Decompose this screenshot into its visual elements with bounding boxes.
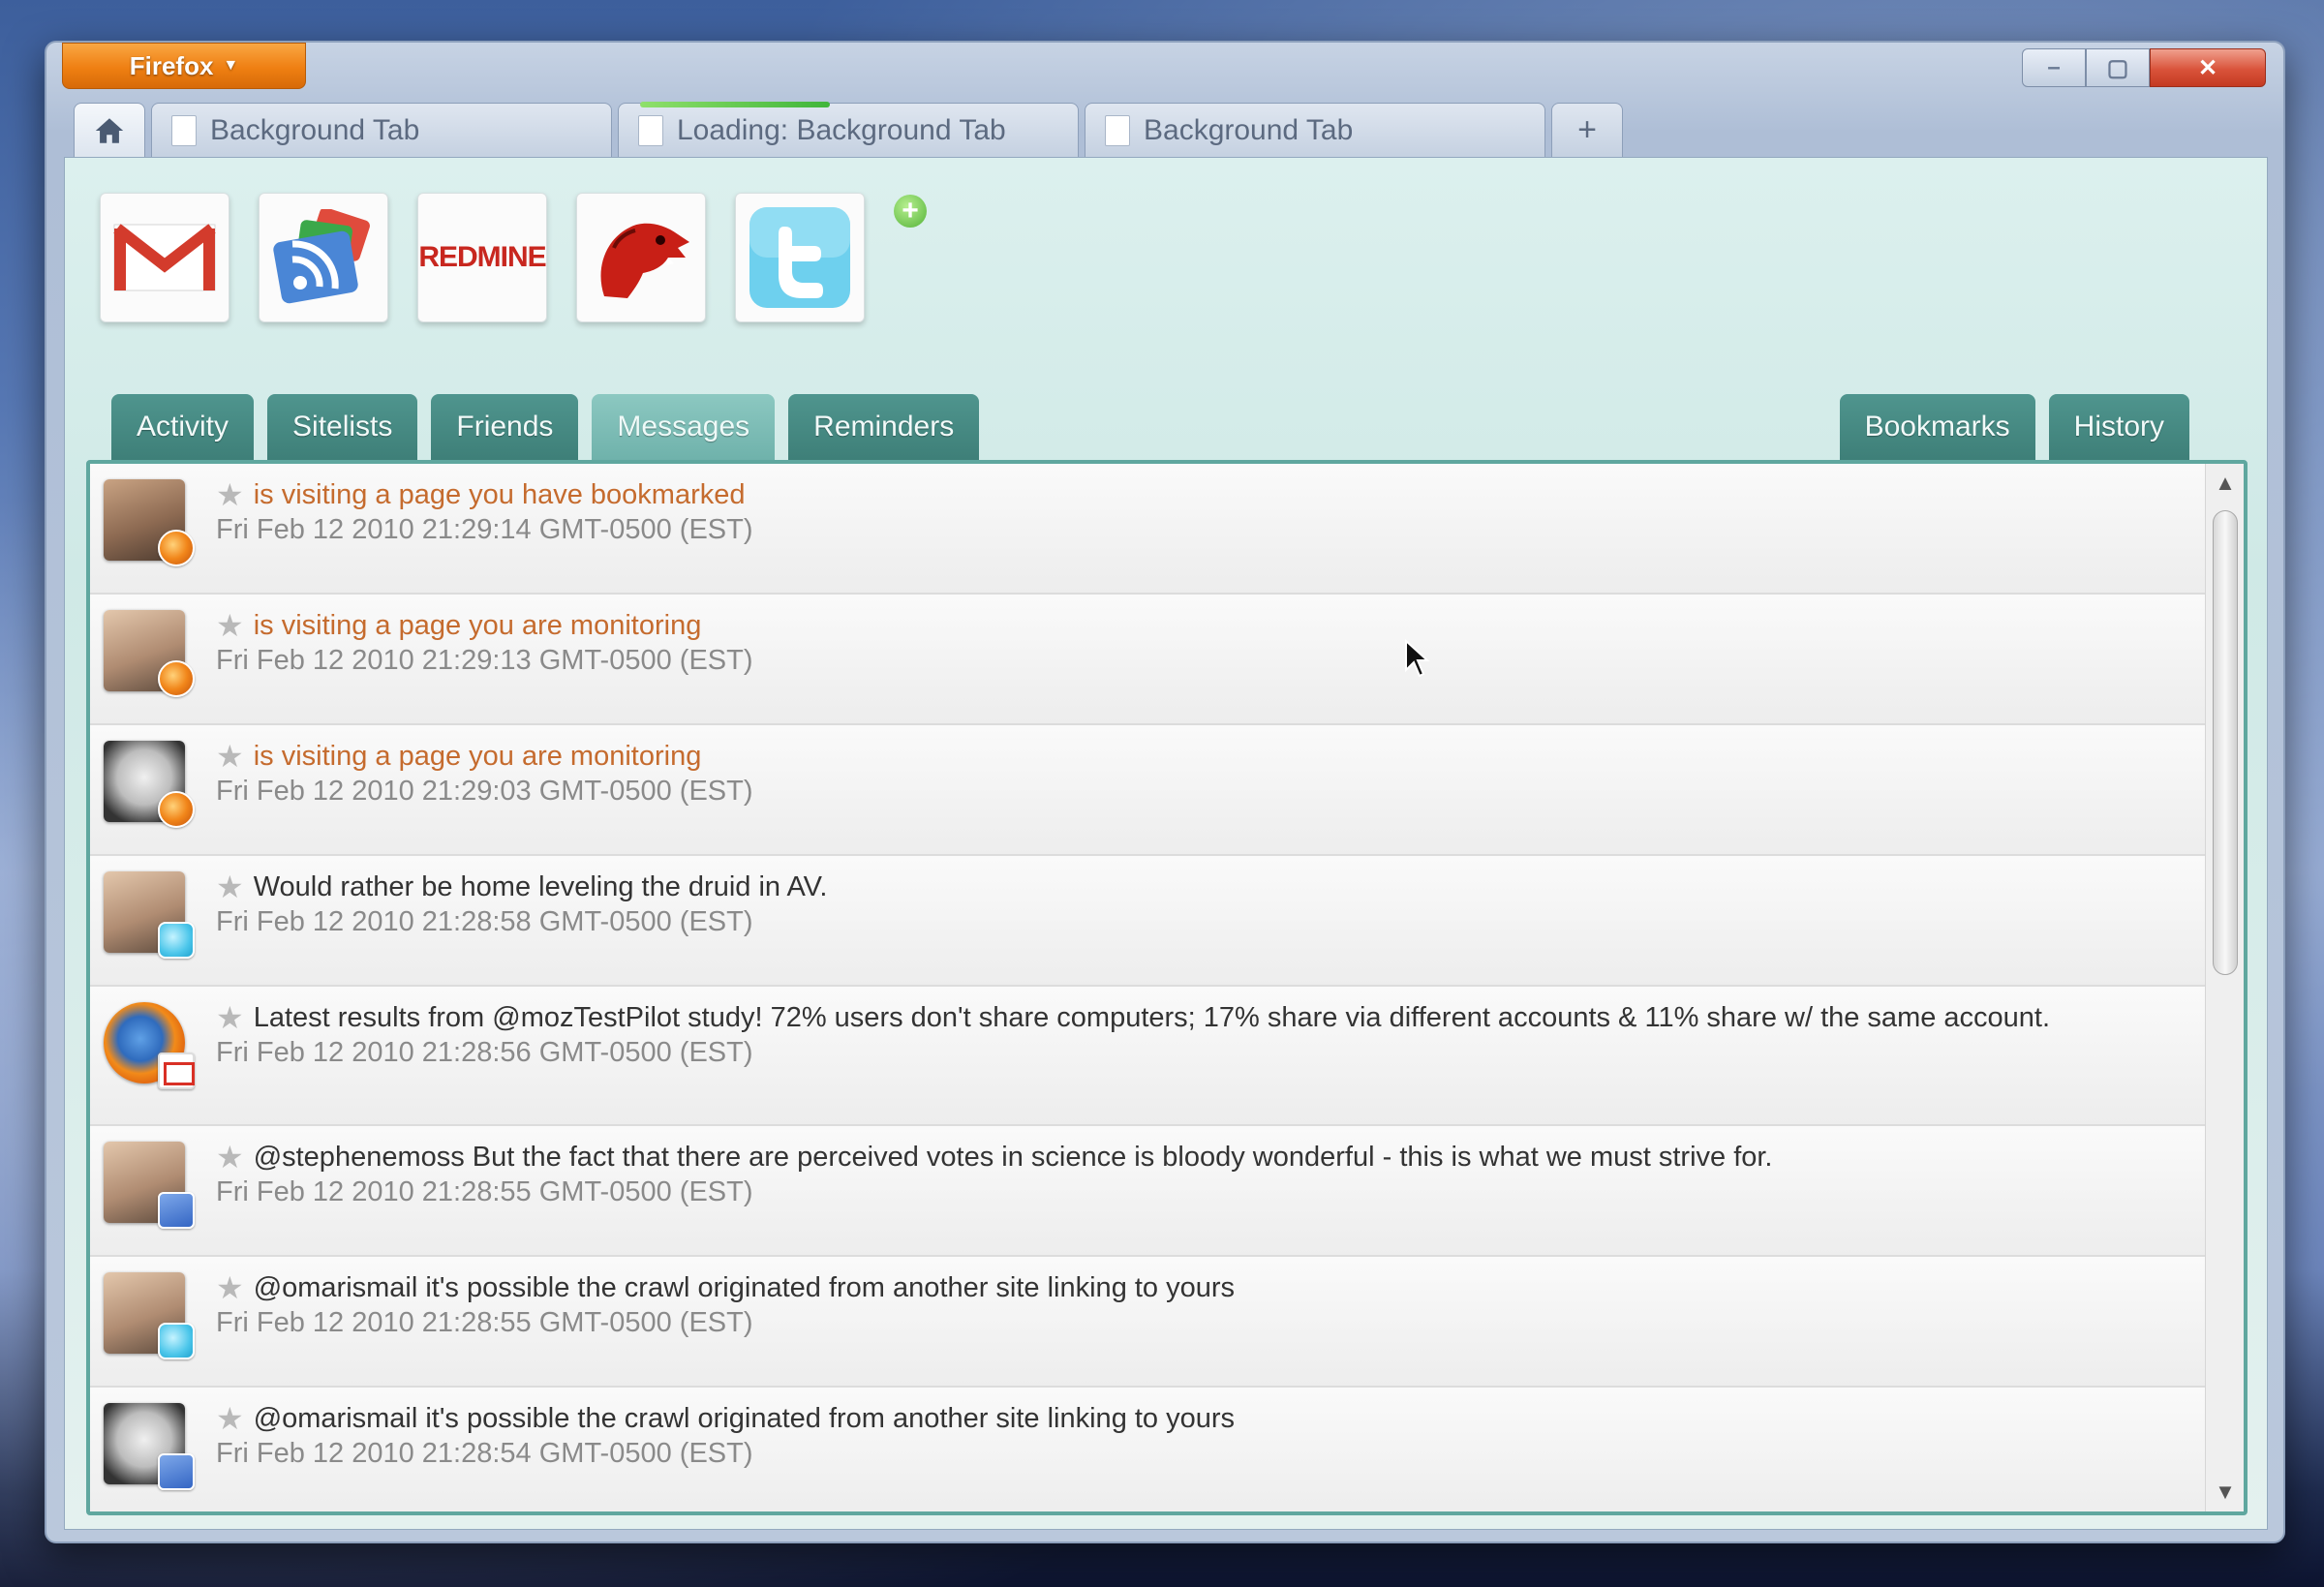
feed-item[interactable]: ★ is visiting a page you have bookmarked … <box>90 464 2205 595</box>
window-controls: – ▢ ✕ <box>2022 48 2266 87</box>
twitter-icon <box>158 922 195 959</box>
tab-reminders[interactable]: Reminders <box>788 394 980 460</box>
feed-item[interactable]: ★ @omarismail it's possible the crawl ori… <box>90 1388 2205 1511</box>
tab-friends[interactable]: Friends <box>431 394 579 460</box>
feed-item[interactable]: ★ @stephenemoss But the fact that there a… <box>90 1126 2205 1257</box>
message-text: @stephenemoss But the fact that there ar… <box>253 1142 1773 1173</box>
star-icon[interactable]: ★ <box>216 477 244 512</box>
firefox-menu-label: Firefox <box>129 50 214 80</box>
home-icon <box>95 117 124 143</box>
tab-background-1[interactable]: Background Tab <box>151 103 612 157</box>
feed-item[interactable]: ★ @omarismail it's possible the crawl ori… <box>90 1257 2205 1388</box>
message-text: Latest results from @mozTestPilot study!… <box>253 1002 2051 1033</box>
message-timestamp: Fri Feb 12 2010 21:29:03 GMT-0500 (EST) <box>216 776 753 807</box>
scroll-up-arrow-icon[interactable]: ▲ <box>2214 472 2237 495</box>
star-icon[interactable]: ★ <box>216 1401 244 1436</box>
message-timestamp: Fri Feb 12 2010 21:29:14 GMT-0500 (EST) <box>216 514 753 545</box>
star-icon[interactable]: ★ <box>216 1270 244 1305</box>
feed-item[interactable]: ★ is visiting a page you are monitoring F… <box>90 595 2205 725</box>
minimize-button[interactable]: – <box>2022 48 2086 87</box>
app-redmine[interactable]: REDMINE <box>417 193 547 322</box>
star-icon[interactable]: ★ <box>216 870 244 904</box>
message-timestamp: Fri Feb 12 2010 21:29:13 GMT-0500 (EST) <box>216 645 753 676</box>
feed-item[interactable]: ★ is visiting a page you are monitoring F… <box>90 725 2205 856</box>
message-text: is visiting a page you are monitoring <box>253 741 702 772</box>
page-icon <box>171 114 197 146</box>
tab-bookmarks[interactable]: Bookmarks <box>1839 394 2035 460</box>
app-gmail[interactable] <box>100 193 229 322</box>
app-mozilla[interactable] <box>576 193 706 322</box>
loading-progress-bar <box>640 102 830 107</box>
gmail-icon <box>113 224 216 291</box>
message-timestamp: Fri Feb 12 2010 21:28:58 GMT-0500 (EST) <box>216 906 753 937</box>
tab-label: Loading: Background Tab <box>677 113 1006 146</box>
app-twitter[interactable] <box>735 193 865 322</box>
message-feed[interactable]: ★ is visiting a page you have bookmarked … <box>90 464 2205 1511</box>
tab-sitelists[interactable]: Sitelists <box>267 394 418 460</box>
redmine-logo: REDMINE <box>418 241 546 273</box>
messages-panel: ★ is visiting a page you have bookmarked … <box>86 460 2248 1515</box>
message-timestamp: Fri Feb 12 2010 21:28:54 GMT-0500 (EST) <box>216 1438 753 1469</box>
page-content: REDMINE + Activity Sitelists Friends Mes… <box>64 157 2268 1530</box>
message-timestamp: Fri Feb 12 2010 21:28:55 GMT-0500 (EST) <box>216 1307 753 1338</box>
page-icon <box>638 114 663 146</box>
rss-icon <box>273 209 370 304</box>
firefox-icon <box>158 530 195 566</box>
firefox-menu-button[interactable]: Firefox ▼ <box>62 43 306 89</box>
app-google-reader[interactable] <box>259 193 388 322</box>
rss-icon <box>158 1453 195 1490</box>
message-text: @omarismail it's possible the crawl orig… <box>253 1272 1236 1303</box>
twitter-icon <box>158 1323 195 1359</box>
browser-window: Firefox ▼ – ▢ ✕ Background Tab Loading: … <box>45 41 2285 1543</box>
rss-icon <box>158 1192 195 1229</box>
feed-item[interactable]: ★ Latest results from @mozTestPilot study… <box>90 987 2205 1126</box>
scroll-down-arrow-icon[interactable]: ▼ <box>2214 1480 2237 1504</box>
mozilla-dino-icon <box>600 223 689 298</box>
message-text: @omarismail it's possible the crawl orig… <box>253 1403 1236 1434</box>
firefox-icon <box>158 660 195 697</box>
section-tabs: Activity Sitelists Friends Messages Remi… <box>111 394 980 460</box>
chevron-down-icon: ▼ <box>223 57 239 74</box>
gmail-icon <box>158 1053 195 1089</box>
tab-history[interactable]: History <box>2048 394 2189 460</box>
vertical-scrollbar[interactable]: ▲ ▼ <box>2205 464 2244 1511</box>
star-icon[interactable]: ★ <box>216 1000 244 1035</box>
tab-background-2[interactable]: Background Tab <box>1085 103 1545 157</box>
scrollbar-thumb[interactable] <box>2213 510 2238 975</box>
home-tab[interactable] <box>74 103 145 157</box>
star-icon[interactable]: ★ <box>216 739 244 774</box>
message-timestamp: Fri Feb 12 2010 21:28:56 GMT-0500 (EST) <box>216 1037 753 1068</box>
app-launcher: REDMINE <box>100 193 865 322</box>
firefox-icon <box>158 791 195 828</box>
page-icon <box>1105 114 1130 146</box>
tab-activity[interactable]: Activity <box>111 394 255 460</box>
message-text: is visiting a page you are monitoring <box>253 610 702 641</box>
tab-label: Background Tab <box>1144 113 1354 146</box>
add-app-button[interactable]: + <box>894 195 927 228</box>
star-icon[interactable]: ★ <box>216 608 244 643</box>
feed-item[interactable]: ★ Would rather be home leveling the druid… <box>90 856 2205 987</box>
new-tab-button[interactable]: + <box>1551 103 1623 157</box>
tab-strip: Background Tab Loading: Background Tab B… <box>74 102 1623 157</box>
section-tabs-right: Bookmarks History <box>1839 394 2189 460</box>
tab-loading[interactable]: Loading: Background Tab <box>618 102 1079 157</box>
close-button[interactable]: ✕ <box>2150 48 2266 87</box>
tab-messages[interactable]: Messages <box>592 394 776 460</box>
twitter-icon <box>749 207 850 308</box>
mouse-cursor-icon <box>1405 639 1430 678</box>
message-text: is visiting a page you have bookmarked <box>253 479 746 510</box>
star-icon[interactable]: ★ <box>216 1140 244 1175</box>
message-text: Would rather be home leveling the druid … <box>253 871 828 902</box>
maximize-button[interactable]: ▢ <box>2086 48 2150 87</box>
message-timestamp: Fri Feb 12 2010 21:28:55 GMT-0500 (EST) <box>216 1176 753 1207</box>
tab-label: Background Tab <box>210 113 420 146</box>
